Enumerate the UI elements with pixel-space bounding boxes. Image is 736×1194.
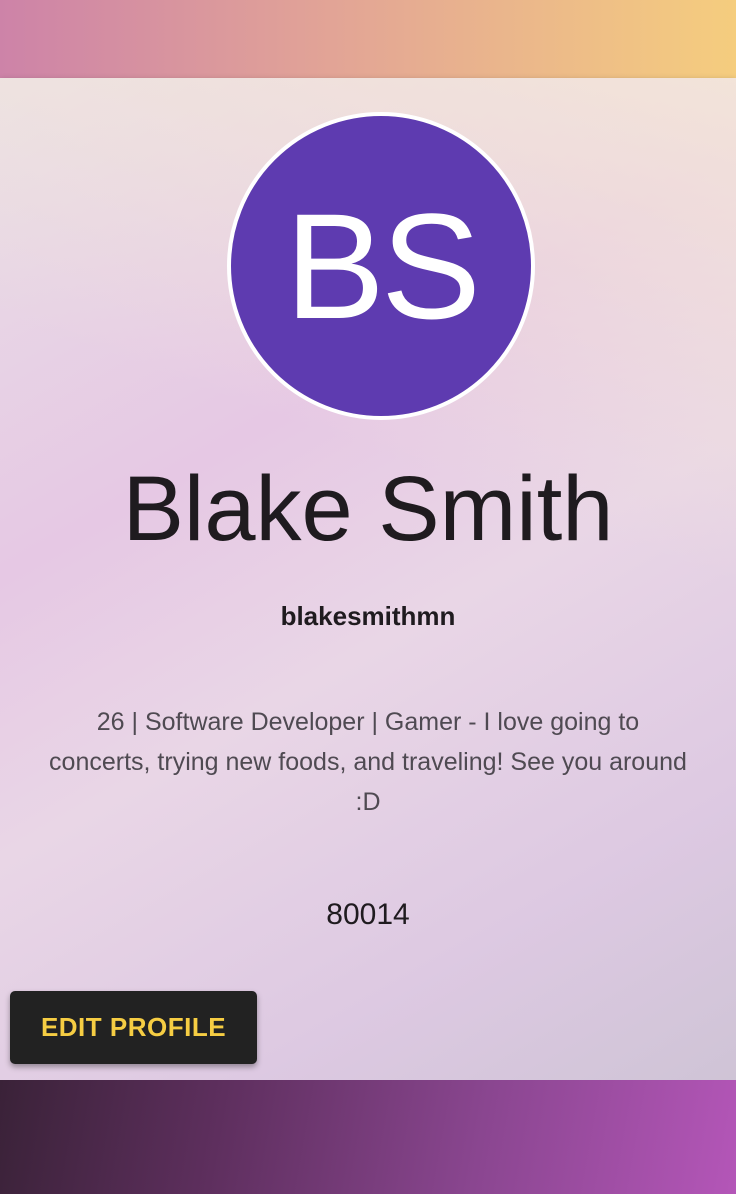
- avatar: BS: [227, 112, 535, 420]
- profile-bio: 26 | Software Developer | Gamer - I love…: [49, 708, 687, 816]
- profile-name: Blake Smith: [122, 458, 614, 560]
- profile-username: blakesmithmn: [280, 601, 456, 631]
- profile-page: BS Blake Smith blakesmithmn 26 | Softwar…: [0, 0, 736, 1194]
- top-gradient-bar: [0, 0, 736, 78]
- avatar-initials: BS: [284, 181, 481, 350]
- profile-zip: 80014: [326, 898, 410, 931]
- profile-card: BS Blake Smith blakesmithmn 26 | Softwar…: [0, 78, 736, 1080]
- edit-profile-button[interactable]: EDIT PROFILE: [10, 991, 257, 1064]
- bottom-gradient-bar: [0, 1080, 736, 1194]
